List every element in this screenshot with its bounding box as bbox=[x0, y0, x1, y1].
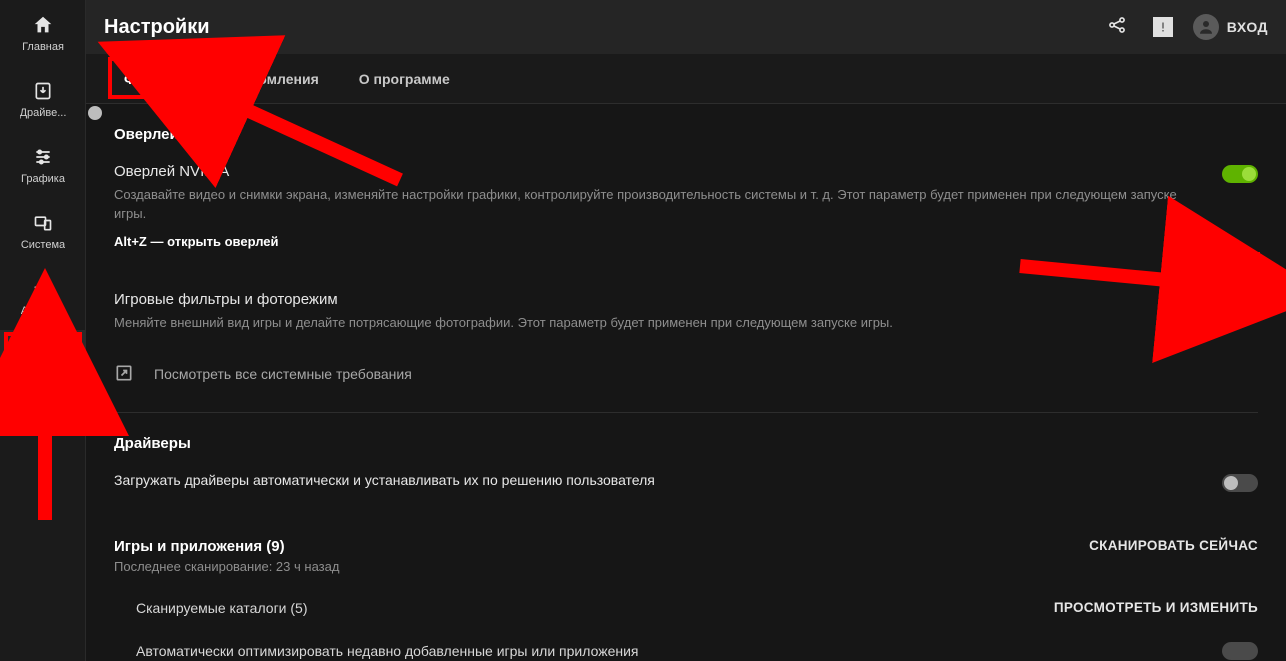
avatar-icon bbox=[1193, 14, 1219, 40]
sidebar-item-label: Драйве... bbox=[20, 107, 67, 119]
annotation-arrow-to-tab bbox=[200, 80, 410, 190]
scan-now-button[interactable]: СКАНИРОВАТЬ СЕЙЧАС bbox=[1089, 538, 1258, 553]
sidebar-item-label: Главная bbox=[22, 41, 64, 53]
row-scan-directories: Сканируемые каталоги (5) ПРОСМОТРЕТЬ И И… bbox=[114, 600, 1258, 616]
setting-auto-download-drivers: Загружать драйверы автоматически и устан… bbox=[114, 472, 1258, 488]
sidebar-item-system[interactable]: Система bbox=[0, 198, 86, 264]
setting-title: Загружать драйверы автоматически и устан… bbox=[114, 472, 1178, 488]
toggle-overlay-nvidia[interactable] bbox=[1222, 165, 1258, 183]
devices-icon bbox=[31, 211, 55, 235]
section-title-drivers: Драйверы bbox=[114, 435, 1258, 452]
tab-functions[interactable]: Функции bbox=[104, 54, 205, 104]
sidebar-item-settings[interactable]: Настро... bbox=[0, 330, 86, 396]
feedback-button[interactable] bbox=[1147, 11, 1179, 43]
row-auto-optimize: Автоматически оптимизировать недавно доб… bbox=[114, 642, 1258, 660]
sidebar-item-label: Настро... bbox=[20, 371, 66, 383]
divider bbox=[114, 412, 1258, 413]
sliders-icon bbox=[31, 145, 55, 169]
gift-icon bbox=[31, 277, 55, 301]
sidebar-item-home[interactable]: Главная bbox=[0, 0, 86, 66]
scan-dirs-title: Сканируемые каталоги (5) bbox=[136, 600, 308, 616]
link-system-requirements[interactable]: Посмотреть все системные требования bbox=[114, 363, 1258, 386]
page-title: Настройки bbox=[104, 16, 210, 39]
setting-desc: Создавайте видео и снимки экрана, изменя… bbox=[114, 186, 1178, 224]
sidebar-item-label: Активи... bbox=[21, 305, 66, 317]
download-icon bbox=[31, 79, 55, 103]
annotation-arrow-to-sidebar bbox=[15, 390, 85, 530]
open-external-icon bbox=[114, 363, 134, 386]
toggle-auto-download-drivers[interactable] bbox=[1222, 474, 1258, 492]
header: Настройки ВХОД bbox=[86, 0, 1286, 54]
share-icon bbox=[1107, 15, 1127, 40]
view-edit-dirs-button[interactable]: ПРОСМОТРЕТЬ И ИЗМЕНИТЬ bbox=[1054, 600, 1258, 615]
sidebar-item-label: Система bbox=[21, 239, 65, 251]
last-scan-text: Последнее сканирование: 23 ч назад bbox=[114, 559, 339, 574]
section-title-games: Игры и приложения (9) bbox=[114, 538, 339, 555]
login-label: ВХОД bbox=[1227, 19, 1268, 35]
link-text: Посмотреть все системные требования bbox=[154, 366, 412, 382]
home-icon bbox=[31, 13, 55, 37]
section-games-apps: Игры и приложения (9) Последнее сканиров… bbox=[114, 538, 1258, 574]
annotation-arrow-to-toggle bbox=[1010, 246, 1210, 316]
sidebar-item-label: Графика bbox=[21, 173, 65, 185]
toggle-auto-optimize[interactable] bbox=[1222, 642, 1258, 660]
auto-optimize-title: Автоматически оптимизировать недавно доб… bbox=[136, 643, 638, 659]
gear-icon bbox=[31, 343, 55, 367]
toggle-game-filters[interactable] bbox=[1222, 293, 1258, 311]
alert-icon bbox=[1153, 17, 1173, 37]
sidebar-item-redeem[interactable]: Активи... bbox=[0, 264, 86, 330]
sidebar: Главная Драйве... Графика Система Активи… bbox=[0, 0, 86, 661]
share-button[interactable] bbox=[1101, 11, 1133, 43]
login-button[interactable]: ВХОД bbox=[1193, 14, 1268, 40]
sidebar-item-drivers[interactable]: Драйве... bbox=[0, 66, 86, 132]
sidebar-item-graphics[interactable]: Графика bbox=[0, 132, 86, 198]
setting-desc: Меняйте внешний вид игры и делайте потря… bbox=[114, 314, 1178, 333]
